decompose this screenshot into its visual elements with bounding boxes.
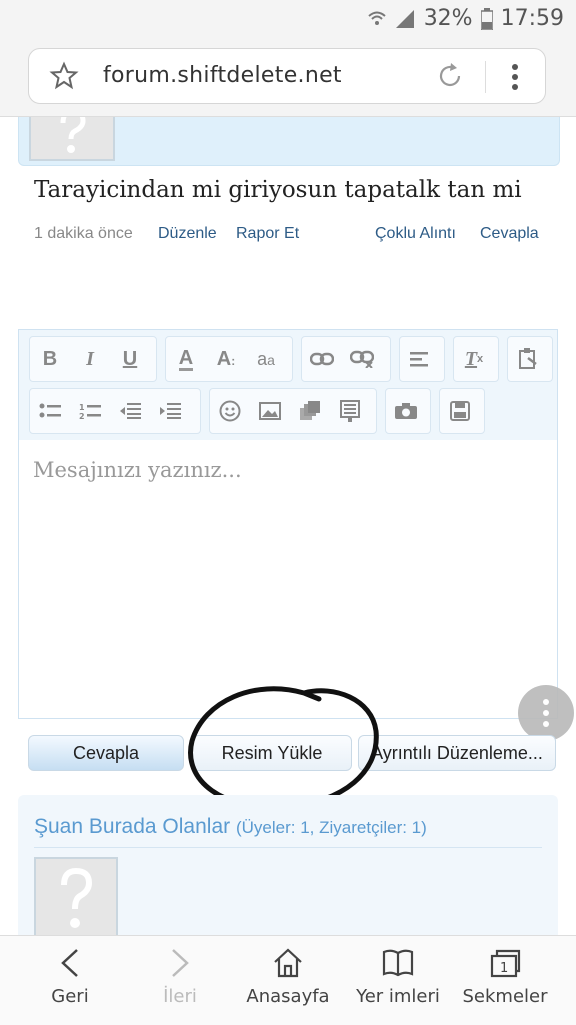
remove-format-icon[interactable]: Tx	[454, 337, 494, 381]
quote-icon[interactable]	[330, 389, 370, 433]
link-icon[interactable]	[302, 337, 342, 381]
reply-link[interactable]: Cevapla	[480, 225, 539, 243]
media-icon[interactable]	[290, 389, 330, 433]
divider	[485, 61, 486, 93]
divider	[34, 847, 542, 848]
more-menu-icon[interactable]	[505, 61, 525, 93]
font-color-icon[interactable]: A	[166, 337, 206, 381]
advanced-edit-button[interactable]: Ayrıntılı Düzenleme...	[358, 735, 556, 771]
editor-placeholder: Mesajınızı yazınız...	[33, 458, 242, 482]
format-group: B I U	[29, 336, 157, 382]
forward-arrow-icon	[172, 949, 189, 977]
post-message: Tarayicindan mi giriyosun tapatalk tan m…	[34, 177, 522, 203]
paste-group	[507, 336, 553, 382]
battery-icon	[480, 7, 493, 30]
bullet-list-icon[interactable]	[30, 389, 70, 433]
edit-link[interactable]: Düzenle	[158, 225, 217, 243]
online-title: Şuan Burada Olanlar (Üyeler: 1, Ziyaretç…	[34, 815, 427, 839]
tabs-button[interactable]: 1 Sekmeler	[460, 936, 550, 1025]
tabs-icon: 1	[490, 949, 521, 978]
bookmarks-button[interactable]: Yer imleri	[350, 936, 446, 1025]
status-bar: 32% 17:59	[0, 0, 576, 38]
list-group: 12	[29, 388, 201, 434]
save-group	[439, 388, 485, 434]
address-bar[interactable]: forum.shiftdelete.net	[28, 48, 546, 104]
back-arrow-icon	[61, 949, 78, 977]
browser-toolbar: forum.shiftdelete.net	[0, 38, 576, 117]
camera-icon[interactable]	[386, 389, 426, 433]
font-size-icon[interactable]: A:	[206, 337, 246, 381]
forward-button[interactable]: İleri	[140, 936, 220, 1025]
indent-icon[interactable]	[150, 389, 190, 433]
align-icon[interactable]	[400, 337, 440, 381]
reply-button[interactable]: Cevapla	[28, 735, 184, 771]
numbered-list-icon[interactable]: 12	[70, 389, 110, 433]
svg-text:2: 2	[79, 412, 85, 420]
home-label: Anasayfa	[246, 986, 330, 1007]
editor-toolbar: B I U A A: aa T x 1 2	[19, 330, 557, 441]
smilies-icon[interactable]	[210, 389, 250, 433]
status-icons: 32% 17:59	[368, 6, 564, 31]
book-icon	[382, 949, 414, 977]
url-text[interactable]: forum.shiftdelete.net	[103, 63, 342, 88]
italic-icon[interactable]: I	[70, 337, 110, 381]
save-icon[interactable]	[440, 389, 480, 433]
report-link[interactable]: Rapor Et	[236, 225, 299, 243]
bold-icon[interactable]: B	[30, 337, 70, 381]
underline-icon[interactable]: U	[110, 337, 150, 381]
forward-label: İleri	[163, 986, 197, 1007]
unlink-icon[interactable]	[342, 337, 382, 381]
previous-post	[18, 117, 560, 166]
multi-quote-link[interactable]: Çoklu Alıntı	[375, 225, 456, 243]
back-label: Geri	[51, 986, 89, 1007]
bookmark-star-icon[interactable]	[49, 61, 79, 91]
signal-icon	[395, 9, 414, 28]
message-input[interactable]: Mesajınızı yazınız...	[19, 440, 557, 718]
align-group	[399, 336, 445, 382]
camera-group	[385, 388, 431, 434]
image-icon[interactable]	[250, 389, 290, 433]
online-title-text[interactable]: Şuan Burada Olanlar	[34, 815, 230, 838]
post-time: 1 dakika önce	[34, 225, 133, 242]
media-group	[209, 388, 377, 434]
question-mark-icon	[61, 867, 93, 928]
outdent-icon[interactable]	[110, 389, 150, 433]
floating-menu-button[interactable]	[518, 685, 574, 741]
reload-icon[interactable]	[435, 61, 465, 91]
bookmarks-label: Yer imleri	[356, 986, 440, 1007]
online-counts: (Üyeler: 1, Ziyaretçiler: 1)	[235, 818, 427, 837]
remove-format-group: Tx	[453, 336, 499, 382]
page-content: Tarayicindan mi giriyosun tapatalk tan m…	[0, 117, 576, 935]
avatar[interactable]	[29, 117, 115, 161]
home-button[interactable]: Anasayfa	[240, 936, 336, 1025]
font-family-icon[interactable]: aa	[246, 337, 286, 381]
home-icon	[274, 948, 302, 978]
font-group: A A: aa	[165, 336, 293, 382]
question-mark-icon	[60, 117, 86, 153]
tabs-label: Sekmeler	[462, 986, 548, 1007]
battery-percent: 32%	[423, 6, 473, 31]
svg-text:1: 1	[79, 403, 85, 412]
svg-text:1: 1	[500, 961, 508, 976]
message-editor: B I U A A: aa T x 1 2 Mesajınızı yazınız…	[18, 329, 558, 719]
online-users-panel: Şuan Burada Olanlar (Üyeler: 1, Ziyaretç…	[18, 795, 558, 935]
avatar[interactable]	[34, 857, 118, 935]
browser-bottom-bar: Geri İleri Anasayfa Yer imleri 1 Sekmele…	[0, 935, 576, 1025]
back-button[interactable]: Geri	[30, 936, 110, 1025]
paste-icon[interactable]	[508, 337, 548, 381]
wifi-icon	[368, 11, 386, 25]
link-group	[301, 336, 391, 382]
clock: 17:59	[500, 6, 564, 31]
